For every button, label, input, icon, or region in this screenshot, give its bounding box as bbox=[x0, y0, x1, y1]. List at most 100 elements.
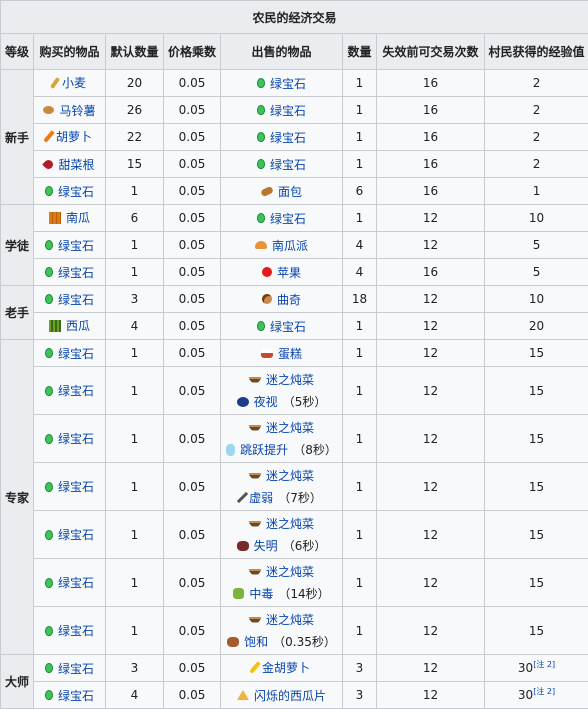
emerald-icon bbox=[45, 578, 53, 588]
buy-item-link[interactable]: 小麦 bbox=[62, 74, 86, 91]
buy-item-link[interactable]: 绿宝石 bbox=[58, 687, 94, 704]
max-uses: 12 bbox=[377, 415, 485, 463]
table-row: 专家 绿宝石 1 0.05 蛋糕 1 12 15 bbox=[1, 340, 588, 367]
default-qty: 6 bbox=[106, 205, 164, 232]
table-row: 绿宝石 1 0.05 迷之炖菜 中毒（14秒） 1 12 15 bbox=[1, 559, 588, 607]
sell-qty: 1 bbox=[343, 205, 377, 232]
buy-item-link[interactable]: 西瓜 bbox=[66, 317, 90, 334]
effect-link[interactable]: 饱和 bbox=[244, 633, 268, 650]
sell-item-link[interactable]: 闪烁的西瓜片 bbox=[254, 687, 326, 704]
buy-item-link[interactable]: 绿宝石 bbox=[58, 345, 94, 362]
effect-duration: （14秒） bbox=[278, 585, 329, 602]
villager-xp: 5 bbox=[485, 259, 588, 286]
effect-link[interactable]: 跳跃提升 bbox=[240, 441, 288, 458]
max-uses: 12 bbox=[377, 340, 485, 367]
villager-xp: 1 bbox=[485, 178, 588, 205]
effect-link[interactable]: 夜视 bbox=[254, 393, 278, 410]
sell-item-link[interactable]: 面包 bbox=[278, 183, 302, 200]
default-qty: 20 bbox=[106, 70, 164, 97]
sell-item-link[interactable]: 迷之炖菜 bbox=[266, 611, 314, 628]
sell-item-link[interactable]: 金胡萝卜 bbox=[262, 659, 310, 676]
effect-link[interactable]: 失明 bbox=[254, 537, 278, 554]
max-uses: 16 bbox=[377, 124, 485, 151]
sell-item-link[interactable]: 曲奇 bbox=[277, 291, 301, 308]
table-row: 甜菜根 15 0.05 绿宝石 1 16 2 bbox=[1, 151, 588, 178]
buy-item-link[interactable]: 马铃薯 bbox=[59, 102, 95, 119]
buy-item-link[interactable]: 绿宝石 bbox=[58, 660, 94, 677]
price-multiplier: 0.05 bbox=[164, 682, 221, 709]
stew-icon bbox=[249, 377, 261, 383]
villager-xp: 5 bbox=[485, 232, 588, 259]
price-multiplier: 0.05 bbox=[164, 151, 221, 178]
max-uses: 12 bbox=[377, 655, 485, 682]
buy-item-link[interactable]: 绿宝石 bbox=[58, 574, 94, 591]
footnote-link[interactable]: [注 2] bbox=[533, 687, 555, 696]
header-default-qty: 默认数量 bbox=[106, 34, 164, 70]
buy-item-link[interactable]: 绿宝石 bbox=[58, 430, 94, 447]
max-uses: 12 bbox=[377, 559, 485, 607]
buy-item-link[interactable]: 绿宝石 bbox=[58, 291, 94, 308]
price-multiplier: 0.05 bbox=[164, 286, 221, 313]
emerald-icon bbox=[257, 159, 265, 169]
buy-item-link[interactable]: 甜菜根 bbox=[58, 156, 94, 173]
beetroot-icon bbox=[43, 158, 56, 171]
footnote-link[interactable]: [注 2] bbox=[533, 660, 555, 669]
emerald-icon bbox=[257, 132, 265, 142]
sell-item-link[interactable]: 南瓜派 bbox=[272, 237, 308, 254]
sell-item-link[interactable]: 迷之炖菜 bbox=[266, 563, 314, 580]
buy-item-link[interactable]: 绿宝石 bbox=[58, 478, 94, 495]
sell-qty: 1 bbox=[343, 463, 377, 511]
villager-xp: 2 bbox=[485, 151, 588, 178]
sell-item-link[interactable]: 绿宝石 bbox=[270, 156, 306, 173]
price-multiplier: 0.05 bbox=[164, 205, 221, 232]
villager-xp: 15 bbox=[485, 340, 588, 367]
buy-item-link[interactable]: 胡萝卜 bbox=[56, 128, 92, 145]
header-buy-item: 购买的物品 bbox=[34, 34, 106, 70]
price-multiplier: 0.05 bbox=[164, 463, 221, 511]
max-uses: 12 bbox=[377, 607, 485, 655]
sell-item-link[interactable]: 绿宝石 bbox=[270, 318, 306, 335]
sell-qty: 1 bbox=[343, 607, 377, 655]
level-apprentice: 学徒 bbox=[1, 205, 34, 286]
buy-item-link[interactable]: 绿宝石 bbox=[58, 382, 94, 399]
price-multiplier: 0.05 bbox=[164, 259, 221, 286]
sell-item-link[interactable]: 蛋糕 bbox=[278, 345, 302, 362]
villager-xp-cell: 30[注 2] bbox=[485, 655, 588, 682]
buy-item-link[interactable]: 绿宝石 bbox=[58, 183, 94, 200]
sell-item-link[interactable]: 迷之炖菜 bbox=[266, 419, 314, 436]
sell-item-link[interactable]: 迷之炖菜 bbox=[266, 467, 314, 484]
cookie-icon bbox=[262, 294, 272, 304]
sell-item-link[interactable]: 绿宝石 bbox=[270, 75, 306, 92]
header-max-uses: 失效前可交易次数 bbox=[377, 34, 485, 70]
effect-duration: （0.35秒） bbox=[273, 633, 336, 650]
buy-item-link[interactable]: 绿宝石 bbox=[58, 264, 94, 281]
emerald-icon bbox=[45, 626, 53, 636]
sell-item-link[interactable]: 绿宝石 bbox=[270, 210, 306, 227]
melon-icon bbox=[49, 320, 61, 332]
sell-item-link[interactable]: 迷之炖菜 bbox=[266, 515, 314, 532]
max-uses: 16 bbox=[377, 151, 485, 178]
buy-item-link[interactable]: 绿宝石 bbox=[58, 237, 94, 254]
max-uses: 12 bbox=[377, 682, 485, 709]
sell-item-link[interactable]: 迷之炖菜 bbox=[266, 371, 314, 388]
sell-item-link[interactable]: 绿宝石 bbox=[270, 102, 306, 119]
cake-icon bbox=[261, 349, 273, 358]
sell-item-link[interactable]: 苹果 bbox=[277, 264, 301, 281]
buy-item-link[interactable]: 南瓜 bbox=[66, 209, 90, 226]
price-multiplier: 0.05 bbox=[164, 367, 221, 415]
villager-xp: 15 bbox=[485, 511, 588, 559]
max-uses: 12 bbox=[377, 232, 485, 259]
effect-link[interactable]: 虚弱 bbox=[249, 489, 273, 506]
villager-xp: 2 bbox=[485, 70, 588, 97]
max-uses: 16 bbox=[377, 259, 485, 286]
default-qty: 1 bbox=[106, 559, 164, 607]
buy-item-link[interactable]: 绿宝石 bbox=[58, 622, 94, 639]
villager-xp: 2 bbox=[485, 124, 588, 151]
sell-qty: 1 bbox=[343, 415, 377, 463]
buy-item-link[interactable]: 绿宝石 bbox=[58, 526, 94, 543]
default-qty: 1 bbox=[106, 232, 164, 259]
effect-link[interactable]: 中毒 bbox=[249, 585, 273, 602]
effect-duration: （7秒） bbox=[278, 489, 322, 506]
sell-item-link[interactable]: 绿宝石 bbox=[270, 129, 306, 146]
night-vision-icon bbox=[237, 397, 249, 407]
